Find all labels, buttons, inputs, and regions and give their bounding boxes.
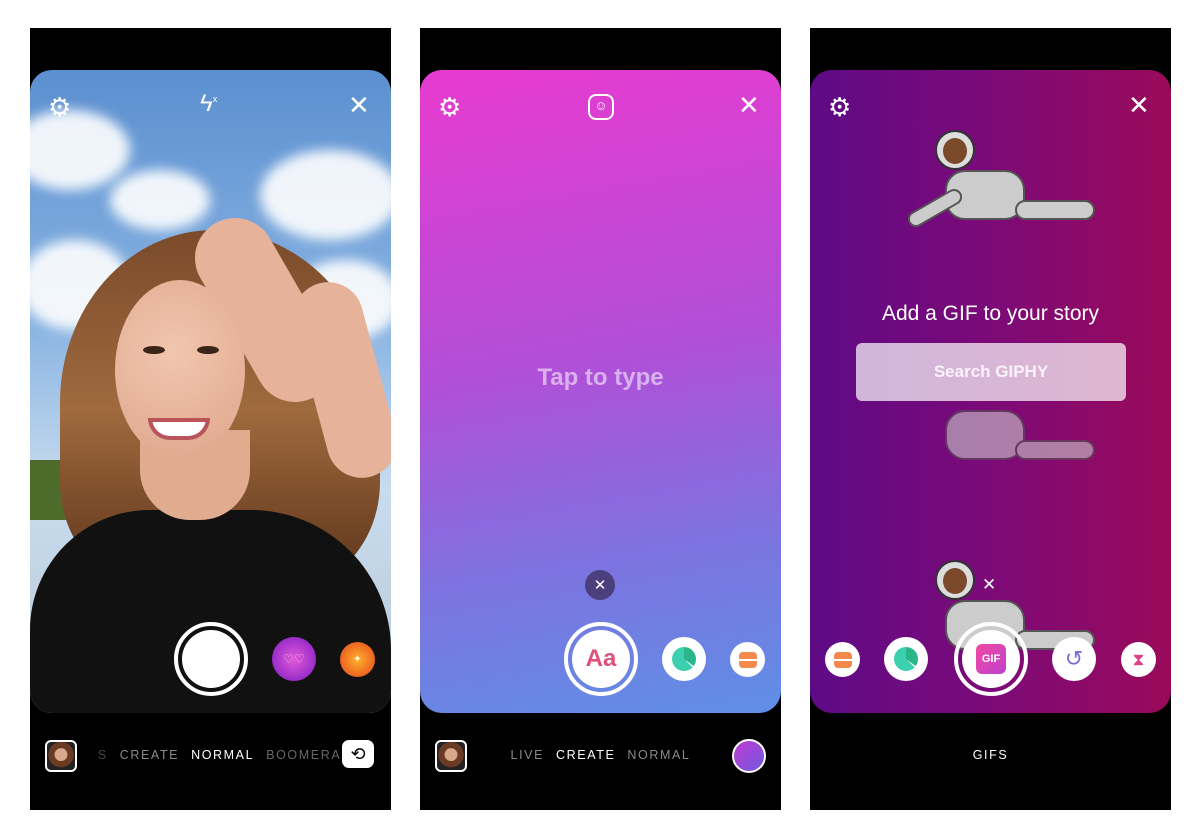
poll-icon[interactable]: [884, 637, 928, 681]
flip-camera-icon[interactable]: ⟲: [342, 740, 374, 768]
quiz-icon[interactable]: [730, 642, 765, 677]
sticker-icon[interactable]: ☺: [588, 94, 614, 120]
mode-live[interactable]: LIVE: [511, 748, 545, 762]
text-placeholder[interactable]: Tap to type: [420, 364, 781, 392]
close-icon[interactable]: ✕: [1128, 92, 1150, 118]
mode-gifs[interactable]: GIFS: [973, 748, 1009, 762]
poll-icon[interactable]: [662, 637, 706, 681]
close-icon[interactable]: ✕: [982, 576, 996, 593]
gif-screen: ⚙ ✕ Add a GIF to your story Search GIPHY…: [810, 28, 1171, 810]
gif-canvas: ⚙ ✕ Add a GIF to your story Search GIPHY…: [810, 70, 1171, 713]
history-icon[interactable]: ↺: [1052, 637, 1096, 681]
effect-sparkle[interactable]: ✦: [340, 642, 375, 677]
gif-prompt-title: Add a GIF to your story: [881, 302, 1100, 325]
close-icon[interactable]: ✕: [348, 92, 370, 118]
background-color-button[interactable]: [732, 739, 766, 773]
astronaut-sticker: [895, 110, 1095, 260]
camera-screen: ⚙ ϟx ✕ ♡♡ ✦ S CREATE NORMAL BOOMERANG ⟲: [30, 28, 391, 810]
create-screen: ⚙ ☺ ✕ Tap to type ✕ Aa LIVE CREATE NORMAL: [420, 28, 781, 810]
mode-selector[interactable]: GIFS: [810, 748, 1171, 762]
effect-heart-glasses[interactable]: ♡♡: [272, 637, 316, 681]
gear-icon[interactable]: ⚙: [438, 94, 461, 120]
gear-icon[interactable]: ⚙: [828, 94, 851, 120]
text-mode-button[interactable]: Aa: [564, 622, 638, 696]
mode-create[interactable]: CREATE: [556, 748, 615, 762]
create-canvas[interactable]: ⚙ ☺ ✕ Tap to type ✕ Aa: [420, 70, 781, 713]
flash-off-icon[interactable]: ϟx: [200, 92, 217, 116]
text-mode-label: Aa: [572, 630, 630, 688]
mode-normal[interactable]: NORMAL: [627, 748, 690, 762]
close-icon[interactable]: ✕: [738, 92, 760, 118]
mode-normal[interactable]: NORMAL: [191, 748, 254, 762]
giphy-search-input[interactable]: Search GIPHY: [856, 343, 1126, 401]
mode-selector[interactable]: S CREATE NORMAL BOOMERANG: [50, 748, 391, 762]
capture-button[interactable]: [174, 622, 248, 696]
quiz-icon[interactable]: [825, 642, 860, 677]
mode-item[interactable]: S: [98, 748, 108, 762]
camera-preview: ⚙ ϟx ✕ ♡♡ ✦: [30, 70, 391, 713]
gif-mode-button[interactable]: GIF: [954, 622, 1028, 696]
dismiss-button[interactable]: ✕: [585, 570, 615, 600]
gif-label: GIF: [976, 644, 1006, 674]
gear-icon[interactable]: ⚙: [48, 94, 71, 120]
hourglass-icon[interactable]: ⧗: [1121, 642, 1156, 677]
mode-create[interactable]: CREATE: [120, 748, 179, 762]
mode-selector[interactable]: LIVE CREATE NORMAL: [420, 748, 781, 762]
